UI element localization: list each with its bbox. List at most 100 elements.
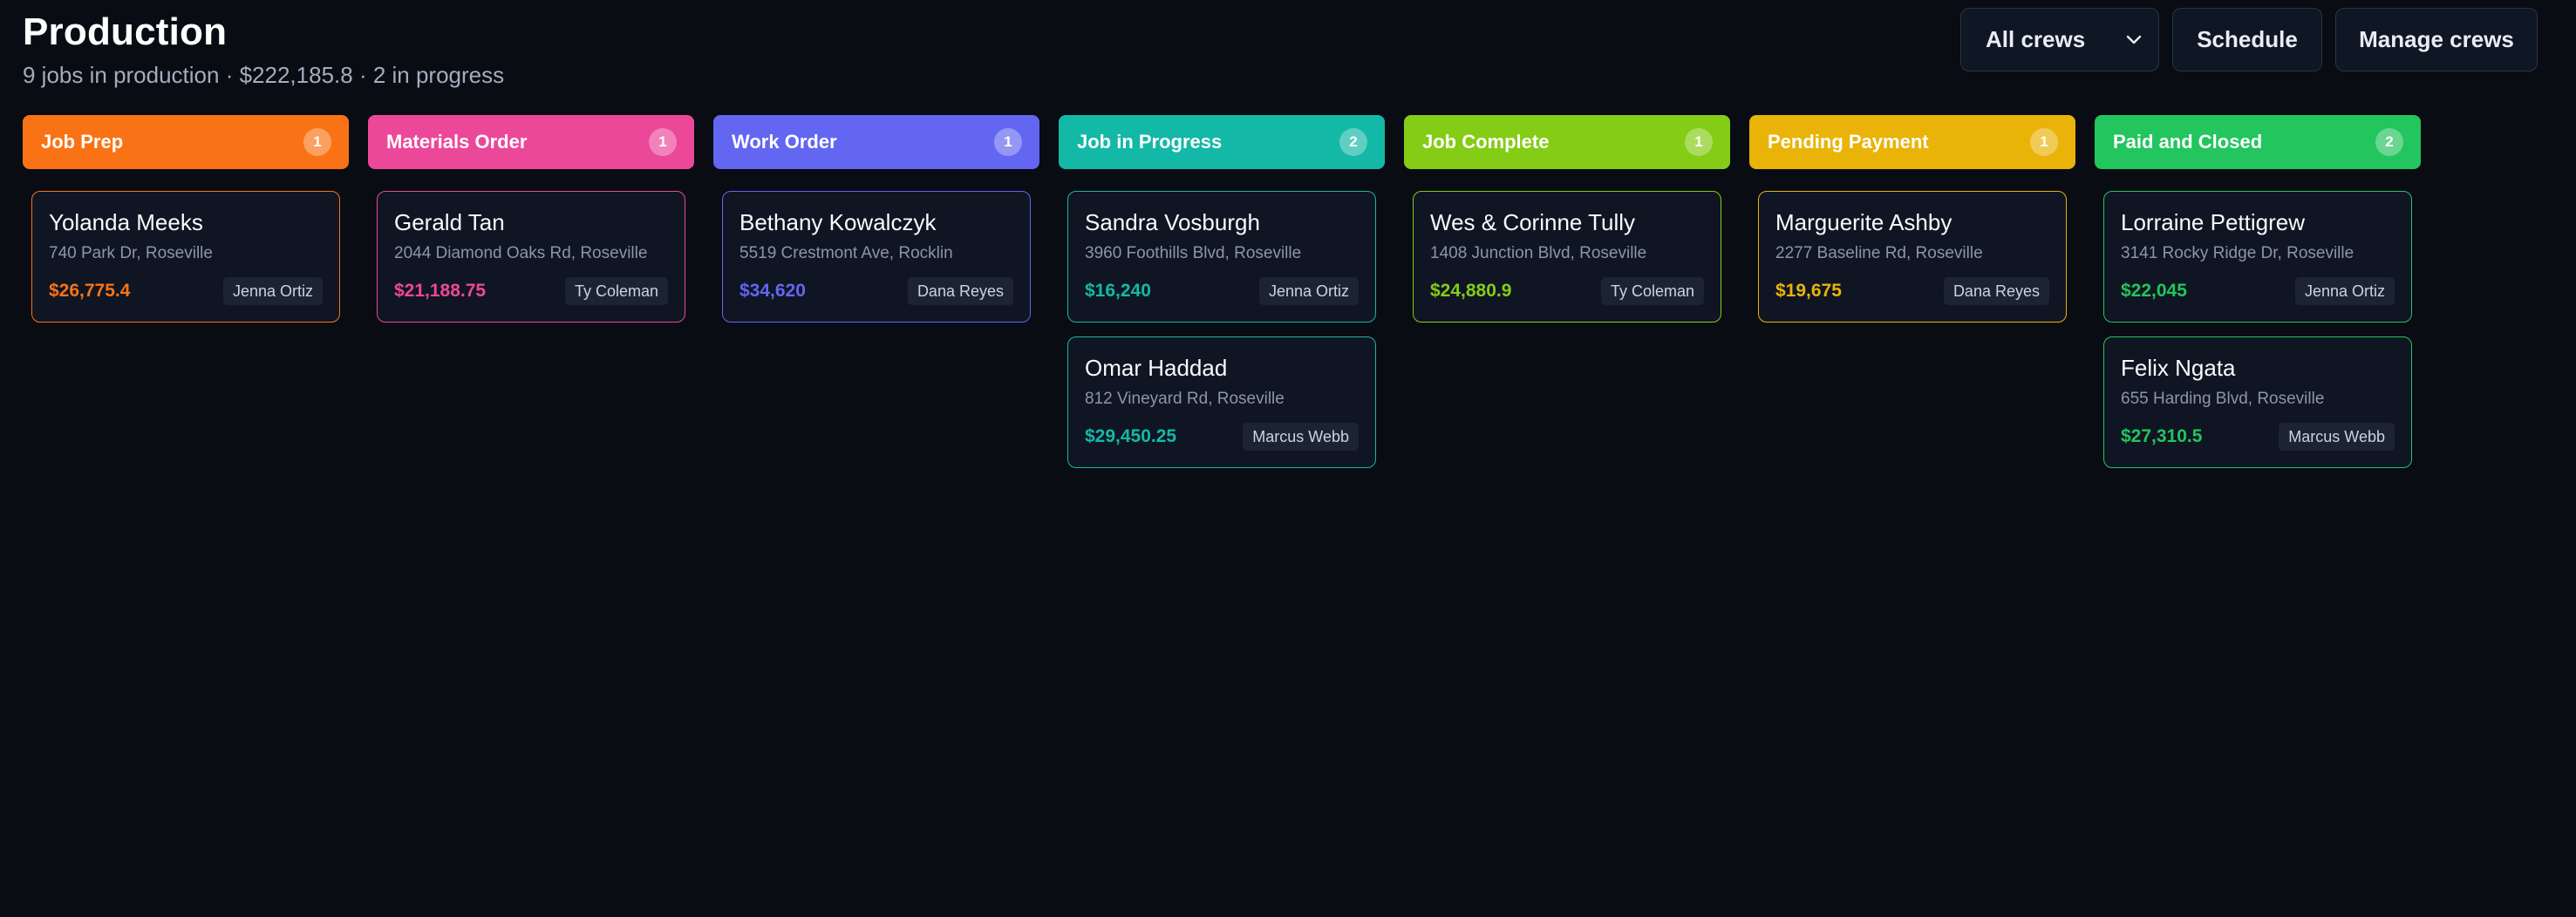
column-count-badge: 1: [994, 128, 1022, 156]
kanban-board: Job Prep 1 Yolanda Meeks 740 Park Dr, Rosev…: [23, 115, 2421, 468]
column-title: Paid and Closed: [2113, 131, 2263, 153]
job-address: 5519 Crestmont Ave, Rocklin: [739, 244, 953, 262]
card-list: Yolanda Meeks 740 Park Dr, Roseville $26,7…: [23, 169, 349, 323]
card-list: Marguerite Ashby 2277 Baseline Rd, Rosevi…: [1749, 169, 2075, 323]
crew-badge: Dana Reyes: [1943, 277, 2049, 305]
job-amount: $24,880.9: [1430, 281, 1512, 301]
job-address: 2044 Diamond Oaks Rd, Roseville: [394, 244, 648, 262]
column-count-badge: 2: [2375, 128, 2403, 156]
crew-badge: Jenna Ortiz: [1258, 277, 1359, 305]
job-card-footer: $19,675 Dana Reyes: [1775, 277, 2049, 305]
job-card[interactable]: Wes & Corinne Tully 1408 Junction Blvd, R…: [1413, 191, 1721, 323]
chevron-down-icon: [2126, 35, 2142, 44]
column-header-job-complete[interactable]: Job Complete 1: [1404, 115, 1730, 169]
card-list: Lorraine Pettigrew 3141 Rocky Ridge Dr, R…: [2095, 169, 2421, 468]
column-work-order: Work Order 1 Bethany Kowalczyk 5519 Crestmo…: [713, 115, 1039, 468]
column-title: Materials Order: [386, 131, 528, 153]
page-subtitle: 9 jobs in production · $222,185.8 · 2 in…: [23, 62, 505, 88]
job-card[interactable]: Felix Ngata 655 Harding Blvd, Roseville $2…: [2103, 336, 2412, 468]
job-amount: $21,188.75: [394, 281, 487, 301]
crew-badge: Jenna Ortiz: [2294, 277, 2395, 305]
job-card[interactable]: Bethany Kowalczyk 5519 Crestmont Ave, Roc…: [722, 191, 1031, 323]
job-amount: $34,620: [739, 281, 806, 301]
column-paid-and-closed: Paid and Closed 2 Lorraine Pettigrew 3141 R…: [2095, 115, 2421, 468]
job-amount: $22,045: [2121, 281, 2187, 301]
job-address: 2277 Baseline Rd, Roseville: [1775, 244, 1983, 262]
column-pending-payment: Pending Payment 1 Marguerite Ashby 2277 Bas…: [1749, 115, 2075, 468]
card-list: Sandra Vosburgh 3960 Foothills Blvd, Rose…: [1059, 169, 1385, 468]
page-title: Production: [23, 10, 228, 53]
schedule-button[interactable]: Schedule: [2172, 8, 2322, 71]
column-materials-order: Materials Order 1 Gerald Tan 2044 Diamond O…: [368, 115, 694, 468]
job-amount: $26,775.4: [49, 281, 131, 301]
column-count-badge: 1: [303, 128, 331, 156]
crew-badge: Jenna Ortiz: [222, 277, 323, 305]
column-title: Job in Progress: [1077, 131, 1223, 153]
column-title: Pending Payment: [1768, 131, 1929, 153]
manage-crews-button[interactable]: Manage crews: [2335, 8, 2538, 71]
column-count-badge: 1: [2030, 128, 2058, 156]
production-page: Production 9 jobs in production · $222,1…: [0, 0, 2576, 917]
card-list: Bethany Kowalczyk 5519 Crestmont Ave, Roc…: [713, 169, 1039, 323]
job-address: 655 Harding Blvd, Roseville: [2121, 390, 2325, 408]
job-customer-name: Sandra Vosburgh: [1085, 209, 1260, 235]
crew-filter-select[interactable]: All crews: [1960, 8, 2159, 71]
job-card-footer: $34,620 Dana Reyes: [739, 277, 1013, 305]
card-list: Gerald Tan 2044 Diamond Oaks Rd, Rosevill…: [368, 169, 694, 323]
crew-badge: Dana Reyes: [907, 277, 1013, 305]
crew-badge: Marcus Webb: [2279, 423, 2395, 451]
job-customer-name: Omar Haddad: [1085, 355, 1228, 381]
job-amount: $27,310.5: [2121, 426, 2203, 446]
job-amount: $19,675: [1775, 281, 1842, 301]
crew-badge: Ty Coleman: [1600, 277, 1704, 305]
job-customer-name: Yolanda Meeks: [49, 209, 203, 235]
job-card-footer: $22,045 Jenna Ortiz: [2121, 277, 2395, 305]
column-count-badge: 1: [1685, 128, 1713, 156]
job-card[interactable]: Lorraine Pettigrew 3141 Rocky Ridge Dr, R…: [2103, 191, 2412, 323]
toolbar: All crews Schedule Manage crews: [1960, 8, 2538, 71]
job-address: 3960 Foothills Blvd, Roseville: [1085, 244, 1302, 262]
column-header-job-in-progress[interactable]: Job in Progress 2: [1059, 115, 1385, 169]
column-header-work-order[interactable]: Work Order 1: [713, 115, 1039, 169]
job-card[interactable]: Omar Haddad 812 Vineyard Rd, Roseville $29…: [1067, 336, 1376, 468]
column-job-in-progress: Job in Progress 2 Sandra Vosburgh 3960 Foot…: [1059, 115, 1385, 468]
job-customer-name: Felix Ngata: [2121, 355, 2236, 381]
job-amount: $16,240: [1085, 281, 1151, 301]
column-count-badge: 2: [1339, 128, 1367, 156]
page-header: Production 9 jobs in production · $222,1…: [23, 0, 2553, 115]
crew-badge: Marcus Webb: [1243, 423, 1359, 451]
job-customer-name: Gerald Tan: [394, 209, 505, 235]
column-header-paid-and-closed[interactable]: Paid and Closed 2: [2095, 115, 2421, 169]
job-address: 3141 Rocky Ridge Dr, Roseville: [2121, 244, 2355, 262]
job-card[interactable]: Yolanda Meeks 740 Park Dr, Roseville $26,7…: [31, 191, 340, 323]
column-header-pending-payment[interactable]: Pending Payment 1: [1749, 115, 2075, 169]
job-customer-name: Marguerite Ashby: [1775, 209, 1952, 235]
job-customer-name: Lorraine Pettigrew: [2121, 209, 2305, 235]
job-card-footer: $27,310.5 Marcus Webb: [2121, 423, 2395, 451]
job-card[interactable]: Marguerite Ashby 2277 Baseline Rd, Rosevi…: [1758, 191, 2067, 323]
column-header-materials-order[interactable]: Materials Order 1: [368, 115, 694, 169]
job-customer-name: Bethany Kowalczyk: [739, 209, 937, 235]
column-job-prep: Job Prep 1 Yolanda Meeks 740 Park Dr, Rosev…: [23, 115, 349, 468]
job-address: 740 Park Dr, Roseville: [49, 244, 213, 262]
card-list: Wes & Corinne Tully 1408 Junction Blvd, R…: [1404, 169, 1730, 323]
job-address: 1408 Junction Blvd, Roseville: [1430, 244, 1647, 262]
column-count-badge: 1: [649, 128, 677, 156]
job-card-footer: $21,188.75 Ty Coleman: [394, 277, 668, 305]
job-customer-name: Wes & Corinne Tully: [1430, 209, 1636, 235]
column-title: Job Prep: [41, 131, 124, 153]
job-card-footer: $24,880.9 Ty Coleman: [1430, 277, 1704, 305]
column-header-job-prep[interactable]: Job Prep 1: [23, 115, 349, 169]
job-amount: $29,450.25: [1085, 426, 1177, 446]
crew-badge: Ty Coleman: [564, 277, 668, 305]
column-title: Job Complete: [1422, 131, 1550, 153]
job-card[interactable]: Gerald Tan 2044 Diamond Oaks Rd, Rosevill…: [377, 191, 685, 323]
job-card-footer: $29,450.25 Marcus Webb: [1085, 423, 1359, 451]
job-card[interactable]: Sandra Vosburgh 3960 Foothills Blvd, Rose…: [1067, 191, 1376, 323]
column-job-complete: Job Complete 1 Wes & Corinne Tully 1408 Jun…: [1404, 115, 1730, 468]
crew-filter-value: All crews: [1986, 26, 2086, 52]
job-card-footer: $26,775.4 Jenna Ortiz: [49, 277, 323, 305]
column-title: Work Order: [732, 131, 837, 153]
job-card-footer: $16,240 Jenna Ortiz: [1085, 277, 1359, 305]
job-address: 812 Vineyard Rd, Roseville: [1085, 390, 1285, 408]
